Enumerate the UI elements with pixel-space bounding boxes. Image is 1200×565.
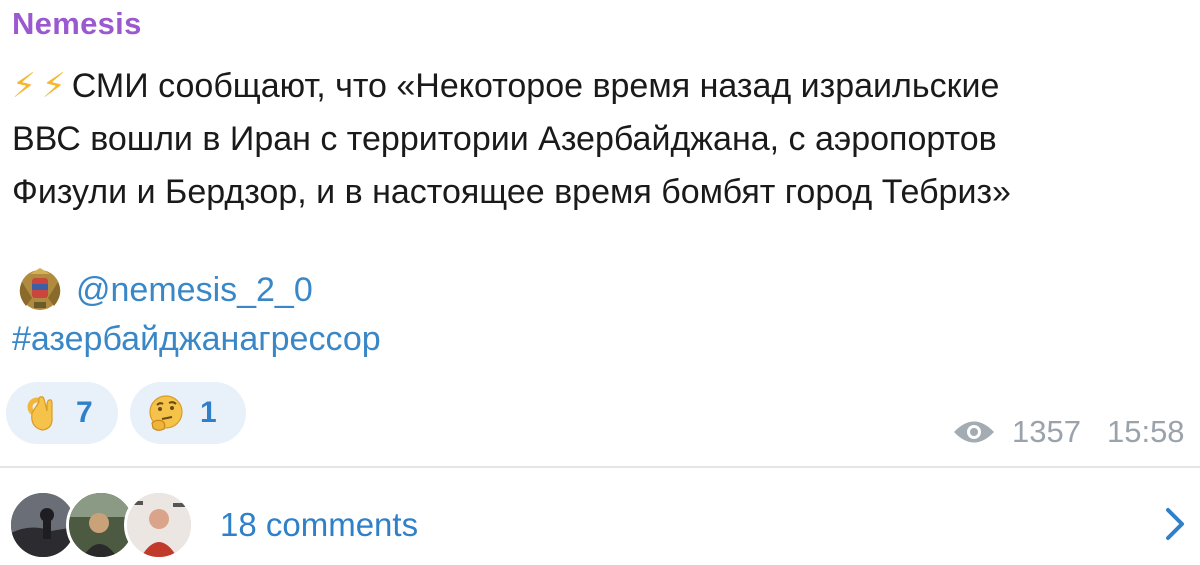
comments-count-link[interactable]: 18 comments	[220, 506, 418, 544]
eye-icon	[954, 421, 994, 443]
thinking-face-icon	[149, 395, 183, 431]
post-line-3: Физули и Бердзор, и в настоящее время бо…	[12, 173, 1011, 211]
post-time: 15:58	[1106, 414, 1185, 449]
channel-post: Nemesis ⚡ ⚡ СМИ сообщают, что «Некоторое в…	[0, 0, 1200, 565]
reactions-bar: 7 1	[6, 382, 246, 444]
comments-bar[interactable]: 18 comments	[0, 468, 1200, 565]
view-count: 1357	[1012, 414, 1081, 449]
reaction-thinking[interactable]: 1	[130, 382, 246, 444]
avatar	[124, 490, 194, 560]
reaction-count: 1	[200, 396, 217, 429]
lightning-icon: ⚡	[12, 67, 36, 105]
lightning-icon: ⚡	[41, 67, 66, 105]
coat-of-arms-icon	[19, 268, 61, 310]
ok-hand-icon	[27, 396, 53, 431]
hashtag-link[interactable]: #азербайджанагрессор	[12, 320, 381, 359]
signature-row: @nemesis_2_0	[12, 262, 313, 318]
chevron-right-icon[interactable]	[1164, 506, 1186, 542]
commenter-avatars	[8, 490, 198, 560]
post-text-line-1: СМИ сообщают, что «Некоторое время назад…	[71, 67, 1000, 105]
post-line-1: ⚡ ⚡ СМИ сообщают, что «Некоторое время наз…	[12, 60, 1200, 113]
post-meta: 1357 15:58	[952, 414, 1185, 450]
post-text: ⚡ ⚡ СМИ сообщают, что «Некоторое время наз…	[12, 60, 1200, 219]
reaction-ok-hand[interactable]: 7	[6, 382, 118, 444]
channel-link[interactable]: @nemesis_2_0	[76, 271, 313, 310]
post-line-2: ВВС вошли в Иран с территории Азербайджа…	[12, 120, 997, 158]
reaction-count: 7	[76, 396, 93, 429]
channel-name[interactable]: Nemesis	[12, 6, 142, 42]
